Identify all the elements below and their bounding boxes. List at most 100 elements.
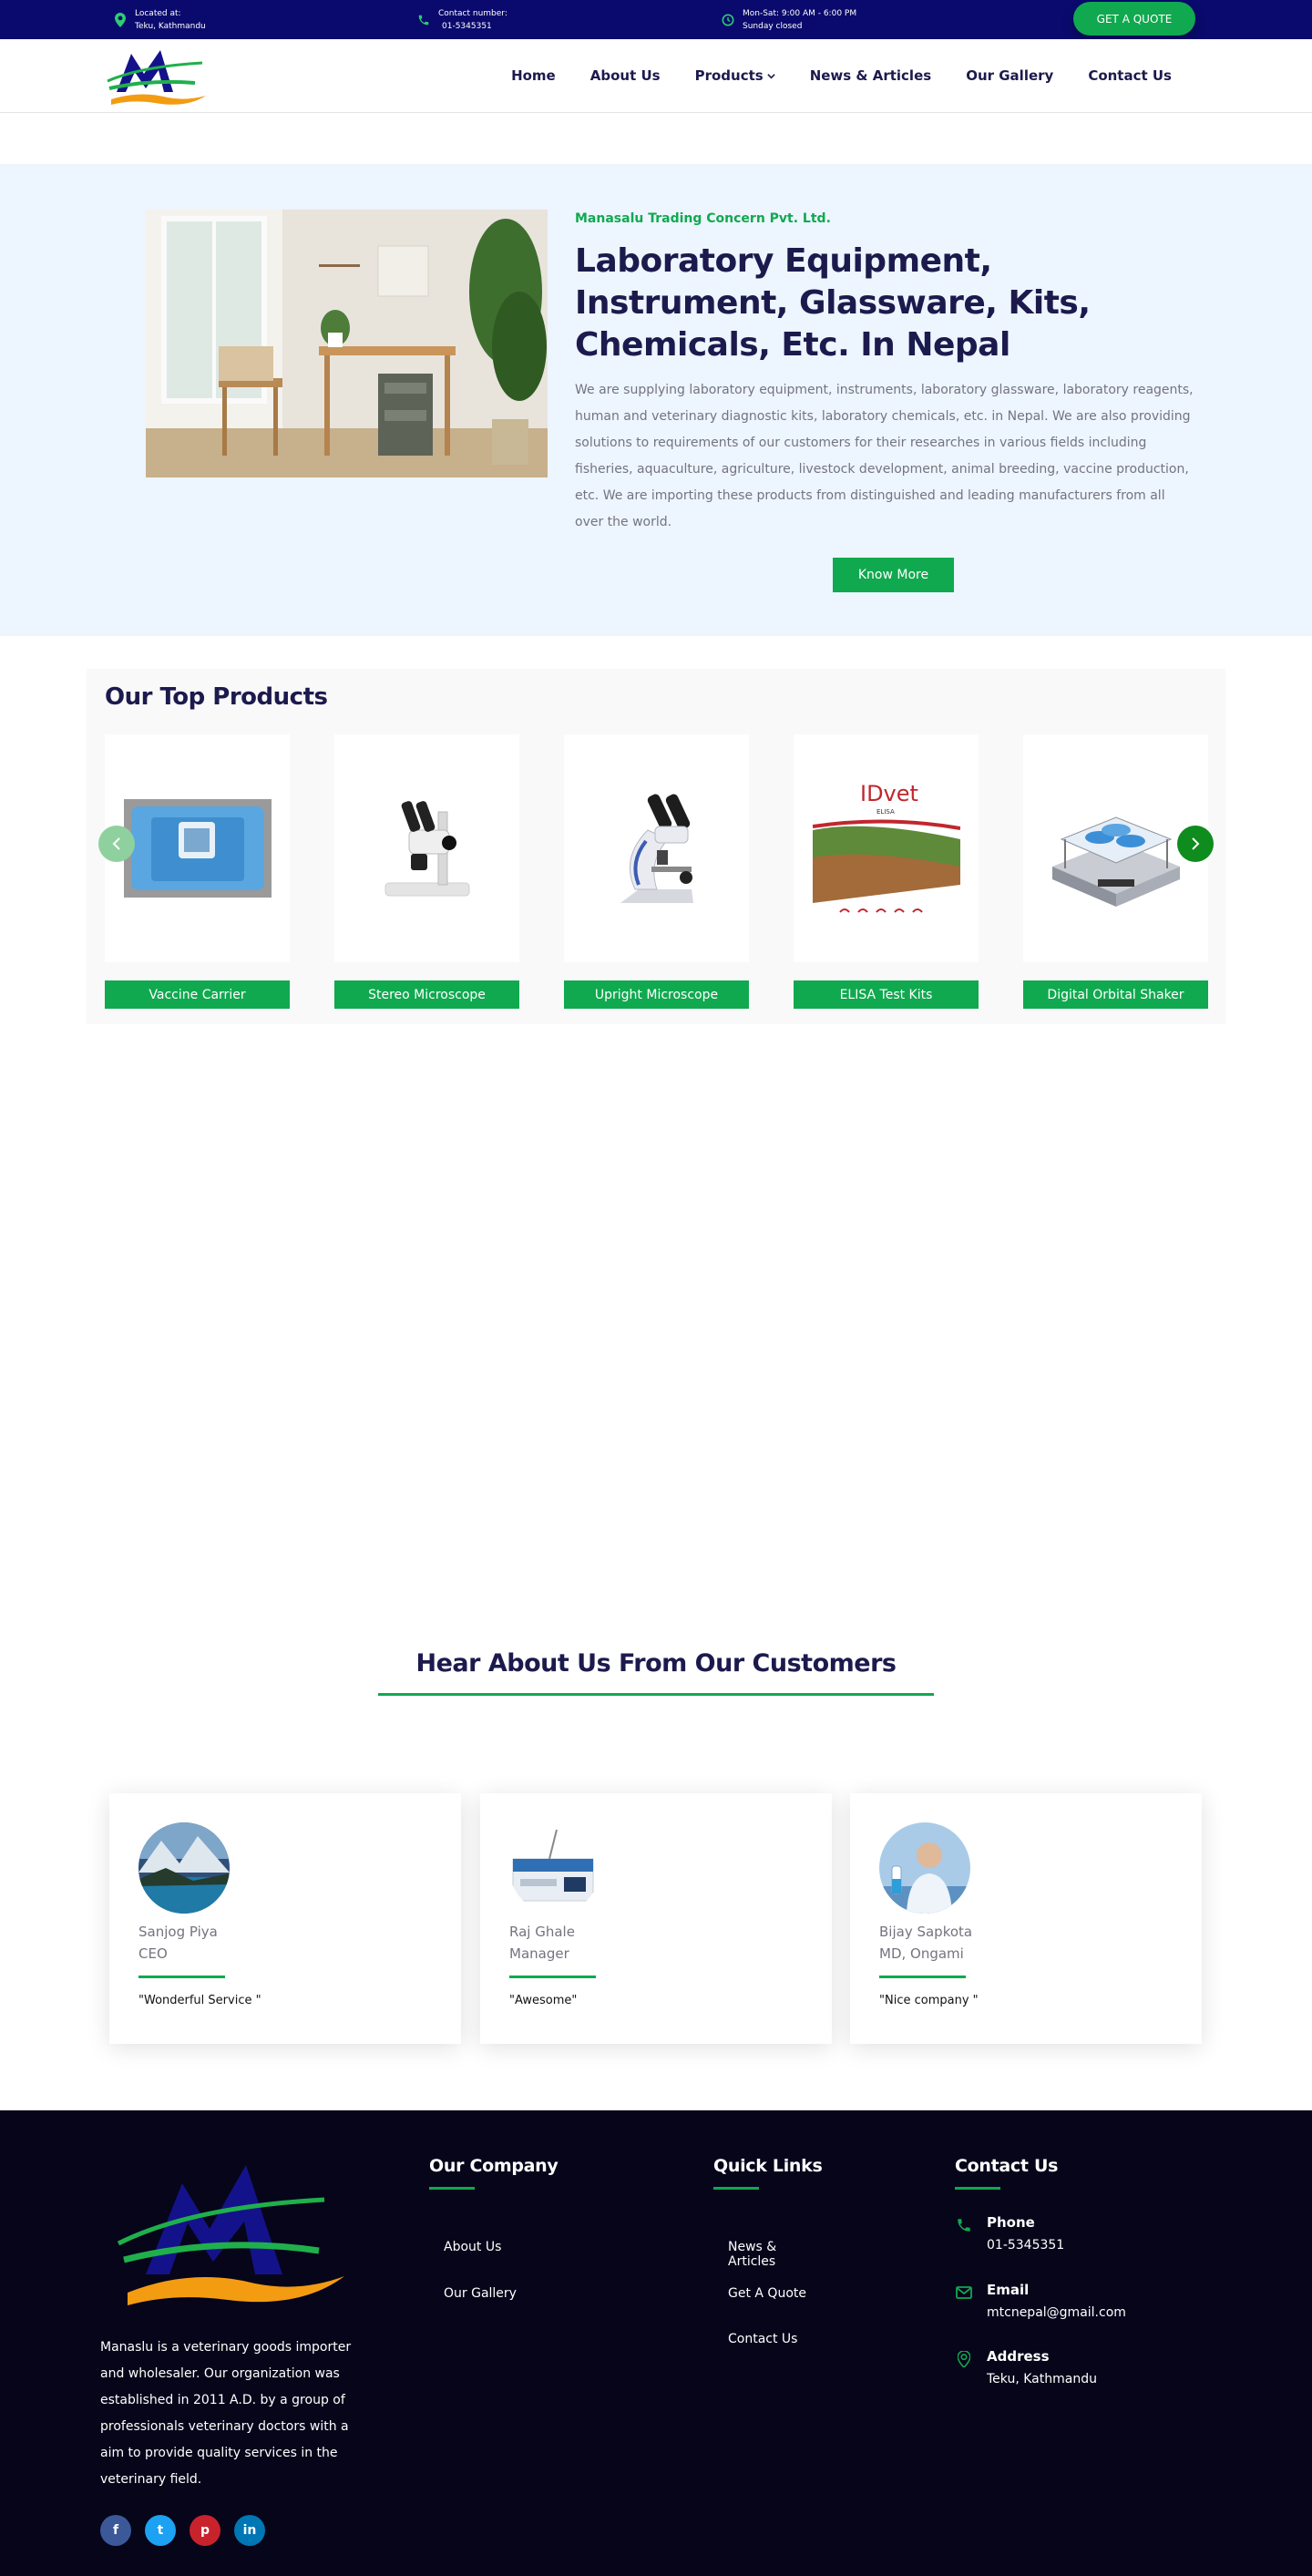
hero-brand: Manasalu Trading Concern Pvt. Ltd. (575, 211, 831, 226)
footer-address-title: Address (987, 2348, 1050, 2365)
testimonial-quote: "Wonderful Service " (138, 1994, 261, 2007)
carousel-prev-button[interactable] (98, 826, 135, 862)
chevron-down-icon (767, 67, 775, 84)
footer-logo[interactable] (109, 2156, 348, 2320)
product-label[interactable]: Upright Microscope (564, 980, 749, 1009)
footer-link-get-a-quote[interactable]: Get A Quote (728, 2286, 806, 2301)
get-a-quote-button[interactable]: GET A QUOTE (1073, 2, 1195, 36)
footer-phone-value[interactable]: 01-5345351 (987, 2238, 1064, 2253)
map-pin-icon (113, 13, 128, 27)
footer-contact-title: Contact Us (955, 2156, 1059, 2176)
footer-link-our-gallery[interactable]: Our Gallery (444, 2286, 517, 2301)
mail-icon (955, 2284, 973, 2302)
location-value: Teku, Kathmandu (135, 22, 206, 31)
hero-description: We are supplying laboratory equipment, i… (575, 383, 1194, 529)
hours-line-2: Sunday closed (743, 22, 803, 31)
map-pin-icon (955, 2350, 973, 2368)
footer-contact-underline (955, 2187, 1000, 2190)
product-label[interactable]: Vaccine Carrier (105, 980, 290, 1009)
footer-address-value: Teku, Kathmandu (987, 2372, 1097, 2386)
avatar (138, 1822, 230, 1914)
chevron-left-icon (112, 833, 121, 855)
testimonial-name: Raj Ghale (509, 1924, 575, 1940)
contact-label: Contact number: (438, 9, 507, 18)
location-info: Located at: Teku, Kathmandu (113, 7, 206, 33)
know-more-button[interactable]: Know More (833, 558, 954, 592)
footer-company-title: Our Company (429, 2156, 559, 2176)
testimonial-name: Bijay Sapkota (879, 1924, 973, 1940)
hero-title: Laboratory Equipment, Instrument, Glassw… (575, 242, 1091, 364)
testimonial-role: MD, Ongami (879, 1945, 964, 1962)
footer-quick-underline (713, 2187, 759, 2190)
nav-about-us[interactable]: About Us (590, 67, 661, 84)
hours-line-1: Mon-Sat: 9:00 AM - 6:00 PM (743, 9, 857, 18)
phone-icon (416, 13, 431, 27)
pinterest-icon[interactable]: p (190, 2515, 220, 2546)
testimonial-divider (509, 1976, 596, 1978)
product-image (564, 734, 749, 962)
top-info-bar: Located at: Teku, Kathmandu Contact numb… (0, 0, 1312, 39)
product-card[interactable]: Digital Orbital Shaker (1023, 734, 1208, 1009)
product-card[interactable]: Stereo Microscope (334, 734, 519, 1009)
testimonial-divider (879, 1976, 966, 1978)
footer-quick-links-column: Quick Links News & Articles Get A Quote … (713, 2156, 823, 2346)
chevron-right-icon (1191, 833, 1200, 855)
product-label[interactable]: ELISA Test Kits (794, 980, 979, 1009)
testimonial-quote: "Nice company " (879, 1994, 979, 2007)
product-image (334, 734, 519, 962)
hours-info: Mon-Sat: 9:00 AM - 6:00 PM Sunday closed (721, 7, 856, 33)
elisa-sub: ELISA (876, 808, 895, 816)
facebook-icon[interactable]: f (100, 2515, 131, 2546)
product-card[interactable]: Upright Microscope (564, 734, 749, 1009)
avatar (879, 1822, 970, 1914)
hero-image (146, 210, 548, 477)
testimonial-name: Sanjog Piya (138, 1924, 218, 1940)
product-image: IDvet ELISA (794, 734, 979, 962)
site-footer: Manaslu is a veterinary goods importer a… (0, 2110, 1312, 2576)
testimonial-quote: "Awesome" (509, 1994, 578, 2007)
phone-icon (955, 2216, 973, 2234)
testimonials-title: Hear About Us From Our Customers (415, 1649, 897, 1678)
contact-info: Contact number: 01-5345351 (416, 7, 507, 33)
product-label[interactable]: Digital Orbital Shaker (1023, 980, 1208, 1009)
nav-products[interactable]: Products (695, 67, 775, 84)
testimonial-role: Manager (509, 1945, 569, 1962)
footer-email-title: Email (987, 2282, 1030, 2298)
hero-section: Manasalu Trading Concern Pvt. Ltd. Labor… (0, 164, 1312, 636)
nav-contact-us[interactable]: Contact Us (1088, 67, 1172, 84)
nav-home[interactable]: Home (511, 67, 556, 84)
testimonial-card: Bijay Sapkota MD, Ongami "Nice company " (850, 1793, 1202, 2044)
footer-link-contact-us[interactable]: Contact Us (728, 2332, 797, 2346)
company-logo[interactable] (104, 45, 211, 110)
testimonial-card: Sanjog Piya CEO "Wonderful Service " (109, 1793, 461, 2044)
product-card[interactable]: Vaccine Carrier (105, 734, 290, 1009)
location-label: Located at: (135, 9, 181, 18)
hero-content: Manasalu Trading Concern Pvt. Ltd. Labor… (575, 211, 1194, 536)
clock-icon (721, 13, 735, 27)
nav-news-articles[interactable]: News & Articles (810, 67, 932, 84)
footer-company-column: Our Company About Us Our Gallery (429, 2156, 559, 2301)
contact-value[interactable]: 01-5345351 (438, 20, 507, 33)
nav-our-gallery[interactable]: Our Gallery (966, 67, 1053, 84)
twitter-icon[interactable]: t (145, 2515, 176, 2546)
testimonial-card: Raj Ghale Manager "Awesome" (480, 1793, 832, 2044)
footer-company-underline (429, 2187, 475, 2190)
nav-products-label: Products (694, 67, 764, 84)
footer-quick-title: Quick Links (713, 2156, 823, 2176)
footer-link-news-articles[interactable]: News & Articles (728, 2240, 823, 2269)
top-products-section: Our Top Products Vaccine Carrier Stereo … (87, 669, 1225, 1024)
footer-email-value[interactable]: mtcnepal@gmail.com (987, 2305, 1126, 2320)
footer-about-text: Manaslu is a veterinary goods importer a… (100, 2340, 352, 2487)
avatar (509, 1822, 600, 1914)
footer-phone-title: Phone (987, 2214, 1035, 2231)
elisa-brand: IDvet (860, 781, 918, 806)
footer-contact-column: Contact Us Phone 01-5345351 Email mtcnep… (955, 2156, 1183, 2386)
nav-menu: Home About Us Products News & Articles O… (511, 39, 1172, 112)
product-card[interactable]: IDvet ELISA ELISA Test Kits (794, 734, 979, 1009)
carousel-next-button[interactable] (1177, 826, 1214, 862)
products-title: Our Top Products (105, 683, 328, 711)
product-label[interactable]: Stereo Microscope (334, 980, 519, 1009)
footer-link-about-us[interactable]: About Us (444, 2240, 501, 2254)
linkedin-icon[interactable]: in (234, 2515, 265, 2546)
testimonial-role: CEO (138, 1945, 168, 1962)
